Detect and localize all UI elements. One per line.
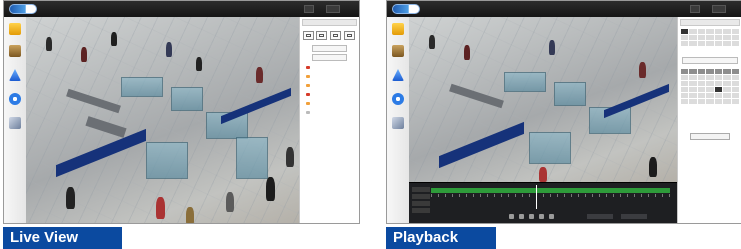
playback-video[interactable] (409, 17, 678, 182)
layout-3x3-button[interactable] (330, 31, 341, 40)
config-icon (9, 93, 21, 105)
nav-item-playback[interactable] (7, 45, 23, 67)
calendar[interactable] (681, 69, 739, 104)
user-menu-button[interactable] (690, 5, 700, 13)
camera-status-icon (306, 102, 310, 105)
top-bar (387, 1, 741, 18)
camera-list-item[interactable] (306, 100, 355, 107)
layout-1x1-button[interactable] (303, 31, 314, 40)
camera-list-item[interactable] (306, 64, 355, 71)
layout-4x4-button[interactable] (344, 31, 355, 40)
tools-icon (392, 117, 404, 129)
stream-selector[interactable] (312, 54, 347, 61)
alarm-icon (392, 69, 404, 81)
camera-status-icon (306, 111, 310, 114)
camera-status-icon (306, 75, 310, 78)
fast-button[interactable] (549, 214, 554, 219)
camera-status-icon (306, 66, 310, 69)
camera-list-item[interactable] (306, 91, 355, 98)
overhead-sign (439, 121, 524, 169)
live-view-icon (392, 23, 404, 35)
overhead-sign (56, 128, 146, 178)
nav-item-config[interactable] (7, 93, 23, 115)
nav-item-config[interactable] (390, 93, 406, 115)
camera-status-icon (306, 84, 310, 87)
top-bar (4, 1, 359, 18)
stop-button[interactable] (509, 214, 514, 219)
channel-grid[interactable] (681, 29, 739, 46)
camera-list-item[interactable] (306, 73, 355, 80)
playback-screenshot (386, 0, 741, 224)
live-view-screenshot (3, 0, 360, 224)
logout-button[interactable] (712, 5, 726, 13)
search-button[interactable] (690, 133, 730, 140)
nav-item-tools[interactable] (7, 117, 23, 139)
date-field[interactable] (682, 57, 738, 64)
layout-2x2-button[interactable] (316, 31, 327, 40)
search-panel (677, 17, 741, 223)
panel-tab[interactable] (302, 19, 357, 26)
config-icon (392, 93, 404, 105)
camera-status-icon (306, 93, 310, 96)
playback-icon (9, 45, 21, 57)
left-nav (4, 17, 27, 223)
time-scale (431, 194, 670, 197)
nav-item-live-view[interactable] (390, 23, 406, 45)
nav-item-alarm[interactable] (7, 69, 23, 91)
device-selector[interactable] (312, 45, 347, 52)
panel-tab[interactable] (680, 19, 740, 26)
nav-item-tools[interactable] (390, 117, 406, 139)
camera-list-item[interactable] (306, 109, 355, 116)
live-view-caption: Live View (3, 227, 122, 249)
start-time-field[interactable] (587, 214, 613, 219)
playback-caption: Playback (386, 227, 496, 249)
user-menu-button[interactable] (304, 5, 314, 13)
playhead[interactable] (536, 185, 537, 209)
logout-button[interactable] (326, 5, 340, 13)
play-button[interactable] (519, 214, 524, 219)
playback-timeline[interactable] (409, 182, 678, 223)
recording-bar[interactable] (431, 188, 670, 193)
pause-button[interactable] (529, 214, 534, 219)
nav-item-live-view[interactable] (7, 23, 23, 45)
left-nav (387, 17, 410, 223)
camera-list-item[interactable] (306, 82, 355, 89)
playback-icon (392, 45, 404, 57)
nav-item-playback[interactable] (390, 45, 406, 67)
live-view-icon (9, 23, 21, 35)
brand-logo (392, 4, 420, 14)
camera-video-feed[interactable] (26, 17, 299, 223)
slow-button[interactable] (539, 214, 544, 219)
tools-icon (9, 117, 21, 129)
brand-logo (9, 4, 37, 14)
device-panel (299, 17, 359, 223)
alarm-icon (9, 69, 21, 81)
end-time-field[interactable] (621, 214, 647, 219)
nav-item-alarm[interactable] (390, 69, 406, 91)
